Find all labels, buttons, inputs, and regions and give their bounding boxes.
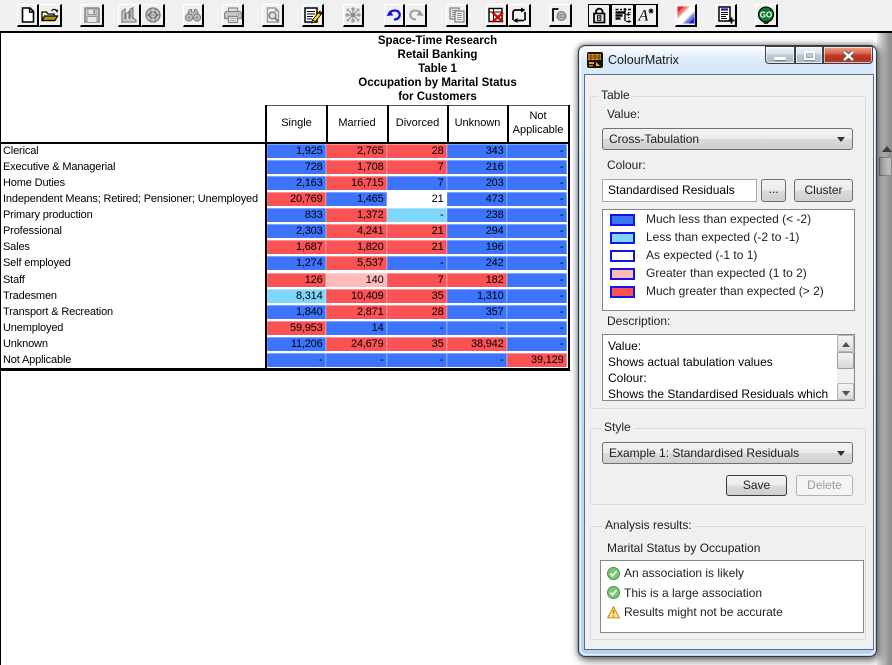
svg-text:GO: GO	[760, 11, 772, 20]
svg-text:A: A	[638, 8, 649, 24]
